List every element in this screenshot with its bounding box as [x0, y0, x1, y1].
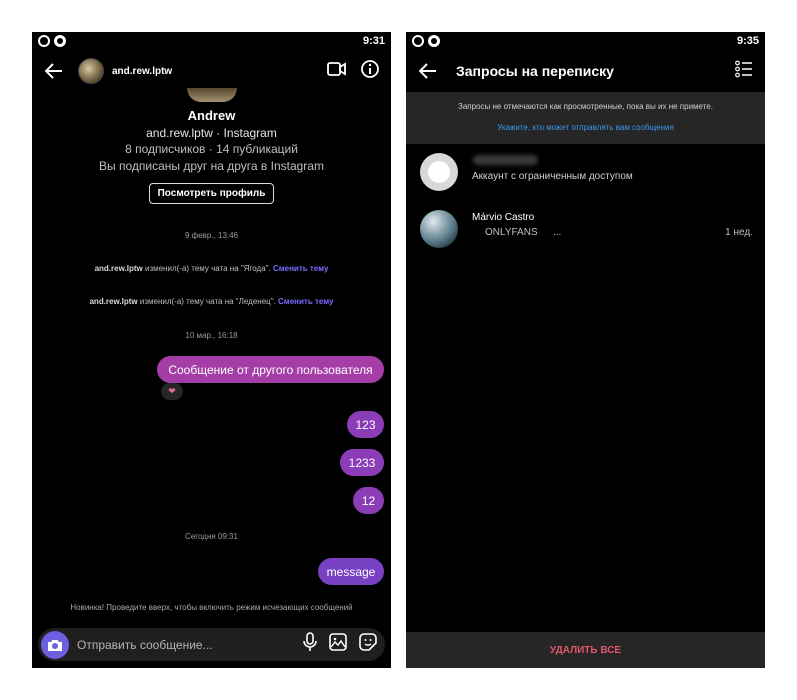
- message-input[interactable]: [77, 637, 303, 652]
- profile-stats: 8 подписчиков · 14 публикаций: [125, 142, 298, 156]
- thread-timestamp: 10 мар., 16:18: [185, 331, 238, 340]
- page-title: Запросы на переписку: [456, 63, 614, 79]
- message-bubble[interactable]: 123: [347, 411, 384, 438]
- status-time: 9:35: [736, 35, 759, 47]
- list-item[interactable]: Аккаунт с ограниченным доступом: [406, 149, 765, 195]
- video-call-icon[interactable]: [327, 61, 347, 82]
- message-bubble[interactable]: 1233: [340, 449, 384, 476]
- status-bar: 9:31: [32, 32, 391, 50]
- message-composer: [38, 628, 385, 661]
- message-bubble[interactable]: 12: [353, 487, 384, 514]
- vanish-mode-hint: Новинка! Проведите вверх, чтобы включить…: [70, 603, 353, 612]
- opera-icon: [412, 35, 424, 47]
- profile-mutual-follow: Вы подписаны друг на друга в Instagram: [99, 159, 324, 173]
- request-preview-ellipsis: ...: [553, 227, 562, 238]
- profile-name: Andrew: [187, 108, 236, 123]
- system-message-user: and.rew.lptw: [94, 264, 143, 273]
- sticker-icon[interactable]: [359, 633, 377, 656]
- thread-timestamp: 9 февр., 13:46: [184, 231, 239, 240]
- request-preview: ONLYFANS: [485, 227, 538, 238]
- shazam-icon: [428, 35, 440, 47]
- avatar: [420, 210, 458, 248]
- thread-timestamp: Сегодня 09:31: [185, 532, 238, 541]
- microphone-icon[interactable]: [303, 632, 317, 657]
- system-message-text: изменил(-а) тему чата на "Леденец".: [139, 297, 276, 306]
- message-requests-screen: 9:35 Запросы на переписку Запросы не отм…: [406, 32, 765, 668]
- request-username: Márvio Castro: [472, 212, 535, 223]
- system-message-text: изменил(-а) тему чата на "Ягода".: [144, 264, 271, 273]
- status-time: 9:31: [362, 35, 385, 47]
- request-time: 1 нед.: [725, 227, 753, 238]
- system-message: and.rew.lptw изменил(-а) тему чата на "Л…: [32, 297, 391, 306]
- camera-icon[interactable]: [41, 630, 69, 659]
- avatar[interactable]: [78, 58, 104, 84]
- direct-thread-screen: 9:31 and.rew.lptw Andrew and.rew.lptw · …: [32, 32, 391, 668]
- shazam-icon: [54, 35, 66, 47]
- change-theme-link[interactable]: Сменить тему: [273, 264, 328, 273]
- back-arrow-icon[interactable]: [414, 57, 442, 85]
- requests-info-banner: Запросы не отмечаются как просмотренные,…: [406, 92, 765, 144]
- banner-text: Запросы не отмечаются как просмотренные,…: [458, 102, 713, 111]
- delete-all-button[interactable]: УДАЛИТЬ ВСЕ: [406, 632, 765, 668]
- system-message: and.rew.lptw изменил(-а) тему чата на "Я…: [32, 264, 391, 273]
- gallery-icon[interactable]: [329, 633, 347, 656]
- avatar: [420, 153, 458, 191]
- thread-header: and.rew.lptw: [32, 54, 391, 88]
- message-controls-link[interactable]: Укажите, кто может отправлять вам сообще…: [406, 123, 765, 132]
- select-list-icon[interactable]: [735, 60, 753, 83]
- message-bubble[interactable]: Сообщение от другого пользователя: [157, 356, 384, 383]
- request-subtitle: Аккаунт с ограниченным доступом: [472, 171, 633, 182]
- profile-photo: [187, 88, 237, 102]
- back-arrow-icon[interactable]: [40, 57, 68, 85]
- list-item[interactable]: Márvio Castro ONLYFANS ... 1 нед.: [406, 206, 765, 252]
- change-theme-link[interactable]: Сменить тему: [278, 297, 333, 306]
- status-bar: 9:35: [406, 32, 765, 50]
- message-bubble[interactable]: message: [318, 558, 384, 585]
- heart-reaction-icon[interactable]: ❤: [161, 383, 183, 400]
- system-message-user: and.rew.lptw: [89, 297, 138, 306]
- info-icon[interactable]: [361, 59, 379, 83]
- requests-header: Запросы на переписку: [406, 54, 765, 88]
- blurred-username: [473, 155, 538, 165]
- view-profile-button[interactable]: Посмотреть профиль: [149, 183, 274, 204]
- thread-username[interactable]: and.rew.lptw: [112, 66, 172, 77]
- opera-icon: [38, 35, 50, 47]
- profile-handle: and.rew.lptw · Instagram: [146, 126, 277, 140]
